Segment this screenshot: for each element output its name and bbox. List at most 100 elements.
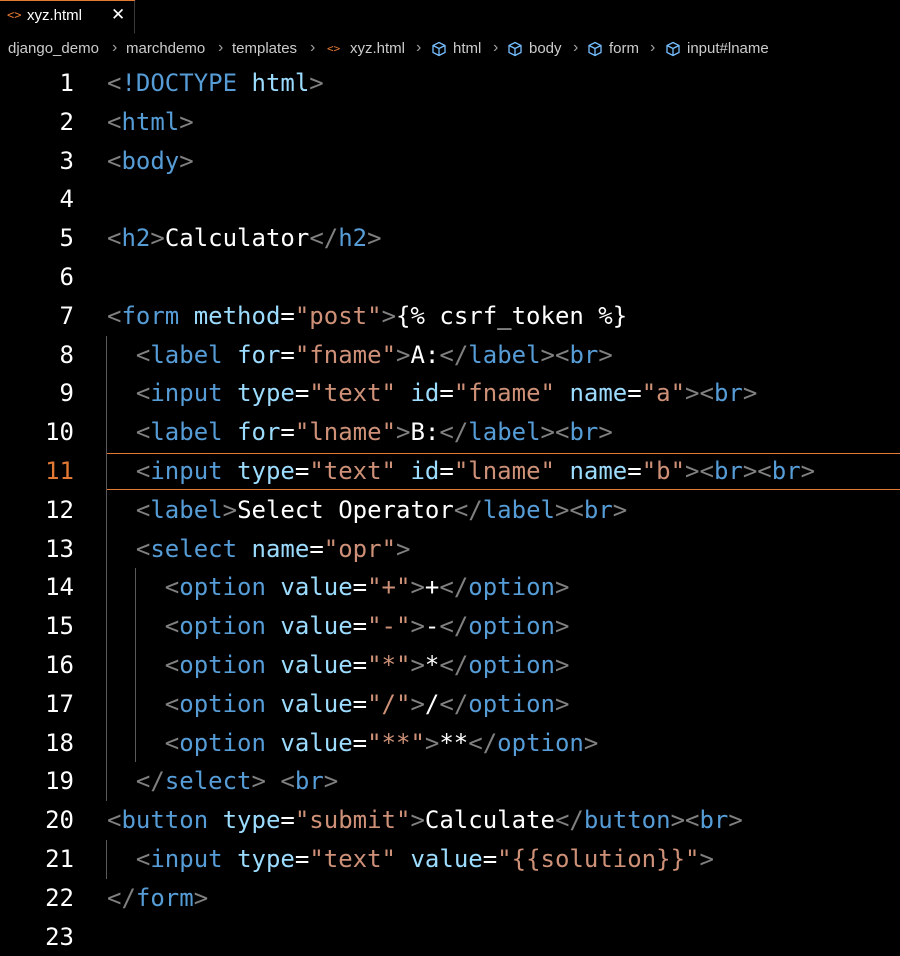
code-token: < [107,69,122,97]
code-editor[interactable]: 1 <!DOCTYPE html> 2 <html> 3 <body> 4 5 <h2>Calc… [0,64,900,951]
code-text: <select name="opr"> [107,530,411,569]
code-token: < [135,845,151,873]
code-line[interactable]: 22 </form> [0,879,900,918]
code-text: </form> [107,879,208,918]
breadcrumb-templates[interactable]: templates [232,40,297,57]
code-token: > [396,534,411,563]
code-line[interactable]: 21 <input type="text" value="{{solution}… [0,840,900,879]
code-token: label [150,495,223,524]
code-token: value [280,728,353,757]
editor-tab-xyz-html[interactable]: <> xyz.html ✕ [0,0,135,34]
code-token: option [468,689,555,718]
code-line[interactable]: 12 <label>Select Operator</label><br> [0,491,900,530]
code-token: option [468,612,555,641]
code-text: <input type="text" id="fname" name="a"><… [107,374,757,413]
breadcrumb-body[interactable]: body [529,40,562,57]
breadcrumb-marchdemo[interactable]: marchdemo [126,40,205,57]
code-token: "a" [641,379,686,408]
code-line[interactable]: 23 [0,918,900,956]
code-line[interactable]: 9 <input type="text" id="fname" name="a"… [0,374,900,413]
code-token: {% csrf_token %} [396,301,628,330]
breadcrumb-xyz-html[interactable]: xyz.html [350,40,405,57]
breadcrumb-input-lname[interactable]: input#lname [687,40,769,57]
code-token: < [135,457,151,485]
code-token: = [352,728,368,757]
code-token: !DOCTYPE [121,69,238,97]
code-text: <input type="text" id="lname" name="b"><… [107,452,815,491]
code-token: = [280,806,295,835]
code-line[interactable]: 13 <select name="opr"> [0,530,900,569]
code-text: <body> [107,142,194,181]
code-line[interactable]: 8 <label for="fname">A:</label><br> [0,336,900,375]
line-number: 6 [59,263,74,291]
code-token: > [612,495,628,524]
code-token: > [410,689,425,718]
code-token: label [150,340,223,369]
code-token: > [179,146,194,175]
code-token: br [713,379,743,408]
code-token: input [150,457,223,485]
code-line[interactable]: 1 <!DOCTYPE html> [0,64,900,103]
code-token: "/" [367,689,411,718]
code-token: br [583,495,613,524]
line-number: 17 [45,689,74,718]
symbol-element-icon [588,41,602,57]
tab-bar: <> xyz.html ✕ [0,0,900,35]
code-line[interactable]: 10 <label for="lname">B:</label><br> [0,413,900,452]
code-token: > [396,418,411,447]
code-token: > [699,845,714,873]
code-line[interactable]: 11 <input type="text" id="lname" name="b… [0,452,900,491]
code-text: <input type="text" value="{{solution}}"> [107,840,714,879]
code-token: = [352,612,368,641]
code-line[interactable]: 6 [0,258,900,297]
code-token: option [468,573,555,602]
code-token: = [294,457,310,485]
line-number: 1 [59,69,74,97]
code-token: Calculator [164,224,310,253]
code-token: > [150,224,165,253]
code-text: </select> <br> [107,762,338,801]
code-token: < [164,689,180,718]
code-token: "**" [367,728,425,757]
code-token: = [627,457,642,485]
line-number: 5 [59,224,74,253]
code-token: </ [309,224,339,253]
code-token: < [107,301,122,330]
code-line[interactable]: 4 [0,180,900,219]
line-number: 18 [45,728,74,757]
code-line[interactable]: 20 <button type="submit">Calculate</butto… [0,801,900,840]
code-text: <label for="fname">A:</label><br> [107,336,613,375]
code-token: > [554,573,570,602]
code-token: "+" [367,573,411,602]
code-token: form [135,883,194,912]
breadcrumb-html[interactable]: html [453,40,481,57]
code-token: "submit" [294,806,411,835]
chevron-right-icon: › [573,39,579,56]
code-token: "opr" [323,534,397,563]
code-line[interactable]: 7 <form method="post">{% csrf_token %} [0,297,900,336]
code-token: < [135,534,151,563]
code-token: >< [742,457,772,485]
code-line[interactable]: 3 <body> [0,142,900,181]
breadcrumb-form[interactable]: form [609,40,639,57]
code-line[interactable]: 5 <h2>Calculator</h2> [0,219,900,258]
code-token: "post" [294,301,382,330]
code-token: = [280,340,295,369]
code-token: br [713,457,743,485]
code-token: < [164,728,180,757]
close-icon[interactable]: ✕ [111,5,125,25]
breadcrumb-django-demo[interactable]: django_demo [8,40,99,57]
code-token: > [193,883,209,912]
code-token: </ [439,340,469,369]
code-line[interactable]: 2 <html> [0,103,900,142]
code-token: option [497,728,584,757]
code-line[interactable]: 19 </select> <br> [0,762,900,801]
